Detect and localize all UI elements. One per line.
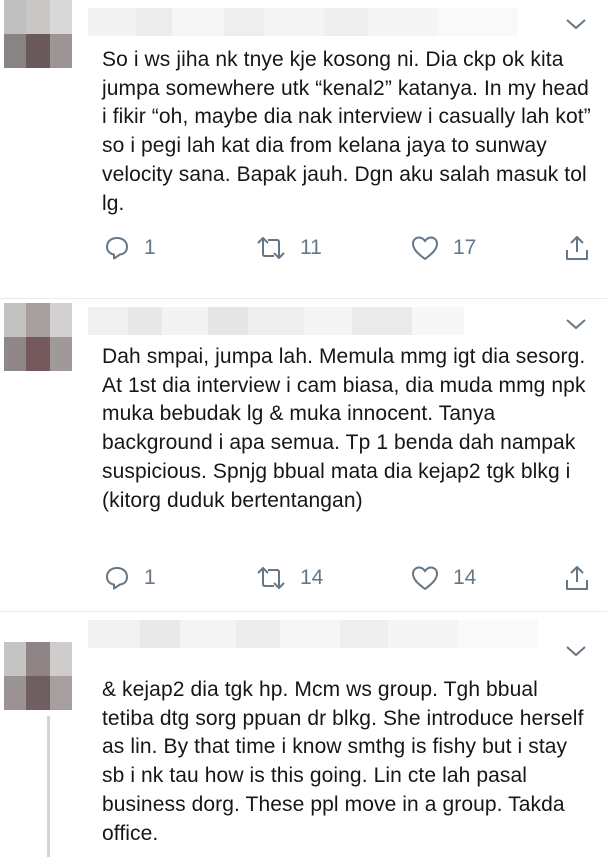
tweet-actions: 1 11 17 — [0, 231, 607, 265]
retweet-icon — [257, 237, 285, 259]
like-count: 14 — [453, 566, 477, 589]
share-icon — [566, 566, 588, 590]
heart-icon — [412, 236, 438, 260]
share-button[interactable] — [565, 561, 589, 595]
author-name-blurred[interactable] — [88, 8, 518, 36]
chevron-down-icon[interactable] — [565, 644, 587, 658]
reply-count: 1 — [144, 566, 156, 589]
thread-line — [47, 716, 50, 857]
share-icon — [566, 236, 588, 260]
tweet-actions: 1 14 14 — [0, 561, 607, 595]
chevron-down-icon[interactable] — [565, 17, 587, 31]
reply-icon — [106, 567, 128, 590]
author-name-blurred[interactable] — [88, 620, 538, 648]
avatar[interactable] — [4, 0, 72, 68]
tweet-2[interactable]: Dah smpai, jumpa lah. Memula mmg igt dia… — [0, 299, 607, 611]
like-button[interactable]: 14 — [411, 561, 476, 595]
retweet-button[interactable]: 11 — [256, 231, 322, 265]
like-count: 17 — [453, 236, 477, 259]
tweet-text: & kejap2 dia tgk hp. Mcm ws group. Tgh b… — [102, 678, 584, 845]
reply-button[interactable]: 1 — [104, 561, 156, 595]
tweet-3[interactable]: & kejap2 dia tgk hp. Mcm ws group. Tgh b… — [0, 612, 607, 857]
like-button[interactable]: 17 — [411, 231, 476, 265]
heart-icon — [412, 566, 438, 590]
reply-button[interactable]: 1 — [104, 231, 156, 265]
author-name-blurred[interactable] — [88, 307, 464, 335]
retweet-button[interactable]: 14 — [256, 561, 323, 595]
reply-icon — [106, 237, 128, 260]
tweet-1[interactable]: So i ws jiha nk tnye kje kosong ni. Dia … — [0, 0, 607, 300]
avatar[interactable] — [4, 642, 72, 710]
avatar[interactable] — [4, 303, 72, 371]
tweet-text: Dah smpai, jumpa lah. Memula mmg igt dia… — [102, 345, 586, 512]
retweet-count: 14 — [300, 566, 324, 589]
reply-count: 1 — [144, 236, 156, 259]
tweet-text: So i ws jiha nk tnye kje kosong ni. Dia … — [102, 48, 591, 215]
share-button[interactable] — [565, 231, 589, 265]
chevron-down-icon[interactable] — [565, 317, 587, 331]
retweet-icon — [257, 567, 285, 589]
retweet-count: 11 — [300, 236, 322, 259]
